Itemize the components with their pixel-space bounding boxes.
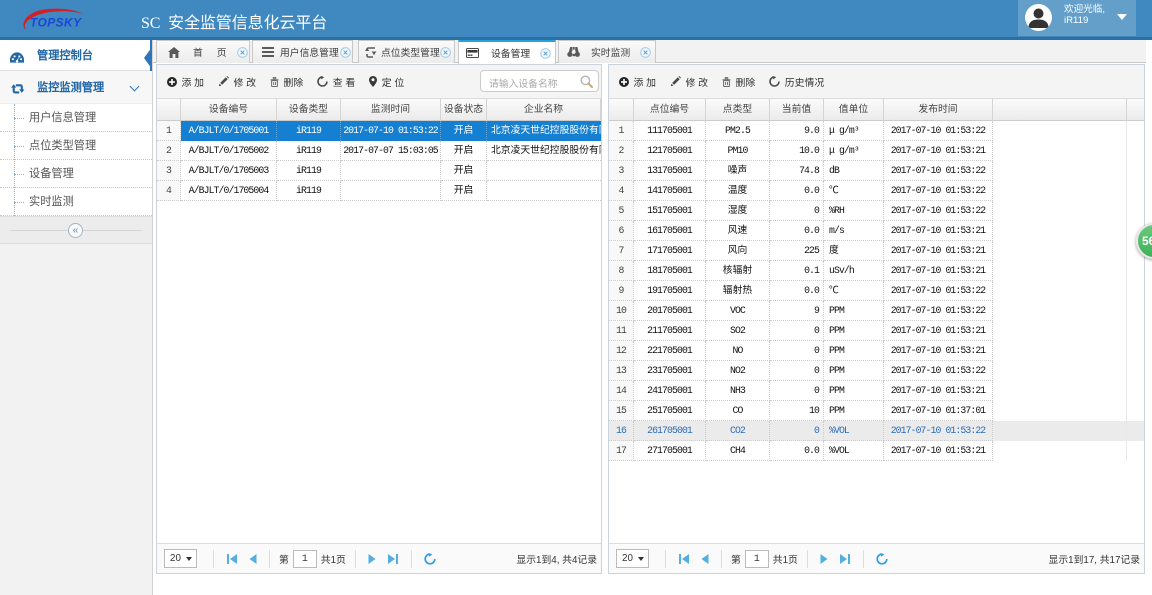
svg-text:TOPSKY: TOPSKY xyxy=(30,16,82,30)
